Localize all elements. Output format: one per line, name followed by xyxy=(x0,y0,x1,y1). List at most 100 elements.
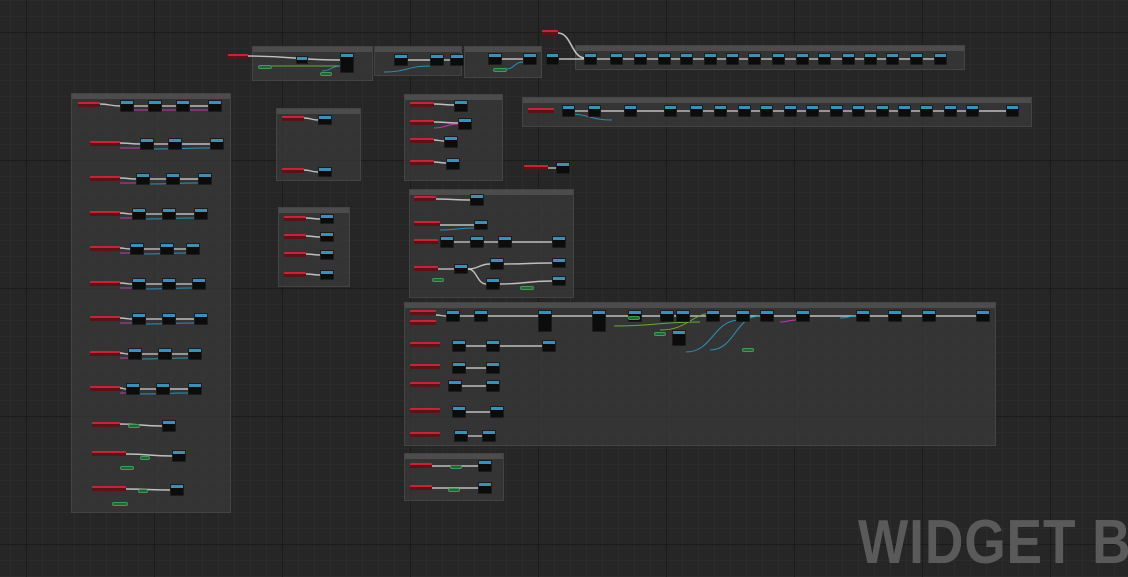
function-node[interactable] xyxy=(188,383,202,395)
variable-node[interactable] xyxy=(654,332,666,336)
function-node[interactable] xyxy=(120,100,134,112)
function-node[interactable] xyxy=(490,406,504,418)
function-node[interactable] xyxy=(538,310,552,332)
function-node[interactable] xyxy=(498,236,512,248)
function-node[interactable] xyxy=(486,362,500,374)
function-node[interactable] xyxy=(806,105,819,117)
function-node[interactable] xyxy=(470,236,484,248)
function-node[interactable] xyxy=(922,310,936,322)
function-node[interactable] xyxy=(132,313,146,325)
function-node[interactable] xyxy=(474,310,488,322)
event-node[interactable] xyxy=(90,316,120,321)
function-node[interactable] xyxy=(458,118,472,130)
event-node[interactable] xyxy=(410,310,436,315)
function-node[interactable] xyxy=(490,258,504,270)
function-node[interactable] xyxy=(552,236,566,248)
variable-node[interactable] xyxy=(742,348,754,352)
function-node[interactable] xyxy=(320,232,334,242)
function-node[interactable] xyxy=(690,105,703,117)
function-node[interactable] xyxy=(194,208,208,220)
function-node[interactable] xyxy=(454,430,468,442)
function-node[interactable] xyxy=(320,270,334,280)
function-node[interactable] xyxy=(172,450,186,462)
function-node[interactable] xyxy=(448,380,462,392)
function-node[interactable] xyxy=(852,105,865,117)
function-node[interactable] xyxy=(210,138,224,150)
function-node[interactable] xyxy=(158,348,172,360)
function-node[interactable] xyxy=(320,250,334,260)
function-node[interactable] xyxy=(830,105,843,117)
event-node[interactable] xyxy=(524,165,548,170)
function-node[interactable] xyxy=(552,276,566,286)
event-node[interactable] xyxy=(90,281,120,286)
function-node[interactable] xyxy=(452,406,466,418)
variable-node[interactable] xyxy=(450,465,462,469)
event-node[interactable] xyxy=(410,102,434,107)
function-node[interactable] xyxy=(910,53,923,65)
function-node[interactable] xyxy=(132,278,146,290)
function-node[interactable] xyxy=(148,100,162,112)
function-node[interactable] xyxy=(876,105,889,117)
function-node[interactable] xyxy=(488,53,502,65)
function-node[interactable] xyxy=(610,53,623,65)
function-node[interactable] xyxy=(486,380,500,392)
function-node[interactable] xyxy=(672,330,686,346)
function-node[interactable] xyxy=(888,310,902,322)
function-node[interactable] xyxy=(176,100,190,112)
function-node[interactable] xyxy=(450,54,464,66)
function-node[interactable] xyxy=(542,340,556,352)
function-node[interactable] xyxy=(478,482,492,494)
function-node[interactable] xyxy=(898,105,911,117)
function-node[interactable] xyxy=(162,278,176,290)
event-node[interactable] xyxy=(410,382,440,387)
function-node[interactable] xyxy=(296,56,308,64)
function-node[interactable] xyxy=(430,54,444,66)
function-node[interactable] xyxy=(320,214,334,224)
function-node[interactable] xyxy=(796,53,809,65)
function-node[interactable] xyxy=(546,53,559,65)
function-node[interactable] xyxy=(796,310,810,322)
function-node[interactable] xyxy=(886,53,899,65)
event-node[interactable] xyxy=(414,196,436,201)
function-node[interactable] xyxy=(188,348,202,360)
function-node[interactable] xyxy=(552,258,566,268)
function-node[interactable] xyxy=(523,53,537,65)
function-node[interactable] xyxy=(966,105,979,117)
event-node[interactable] xyxy=(92,486,126,491)
event-node[interactable] xyxy=(414,239,438,244)
function-node[interactable] xyxy=(784,105,797,117)
function-node[interactable] xyxy=(198,173,212,185)
function-node[interactable] xyxy=(162,208,176,220)
event-node[interactable] xyxy=(284,216,306,221)
event-node[interactable] xyxy=(542,30,558,35)
event-node[interactable] xyxy=(528,108,554,113)
function-node[interactable] xyxy=(660,310,674,322)
function-node[interactable] xyxy=(920,105,933,117)
variable-node[interactable] xyxy=(140,456,150,460)
function-node[interactable] xyxy=(132,208,146,220)
function-node[interactable] xyxy=(162,420,176,432)
function-node[interactable] xyxy=(156,383,170,395)
function-node[interactable] xyxy=(340,53,354,73)
event-node[interactable] xyxy=(90,211,120,216)
variable-node[interactable] xyxy=(258,65,272,69)
function-node[interactable] xyxy=(474,220,488,230)
function-node[interactable] xyxy=(556,162,570,174)
function-node[interactable] xyxy=(454,264,468,274)
function-node[interactable] xyxy=(482,430,496,442)
function-node[interactable] xyxy=(676,310,690,322)
function-node[interactable] xyxy=(444,136,458,148)
function-node[interactable] xyxy=(192,278,206,290)
function-node[interactable] xyxy=(934,53,947,65)
variable-node[interactable] xyxy=(112,502,128,506)
function-node[interactable] xyxy=(714,105,727,117)
function-node[interactable] xyxy=(658,53,671,65)
function-node[interactable] xyxy=(842,53,855,65)
event-node[interactable] xyxy=(90,386,120,391)
event-node[interactable] xyxy=(410,463,432,468)
function-node[interactable] xyxy=(944,105,957,117)
function-node[interactable] xyxy=(772,53,785,65)
event-node[interactable] xyxy=(282,168,304,173)
variable-node[interactable] xyxy=(448,488,460,492)
function-node[interactable] xyxy=(194,313,208,325)
